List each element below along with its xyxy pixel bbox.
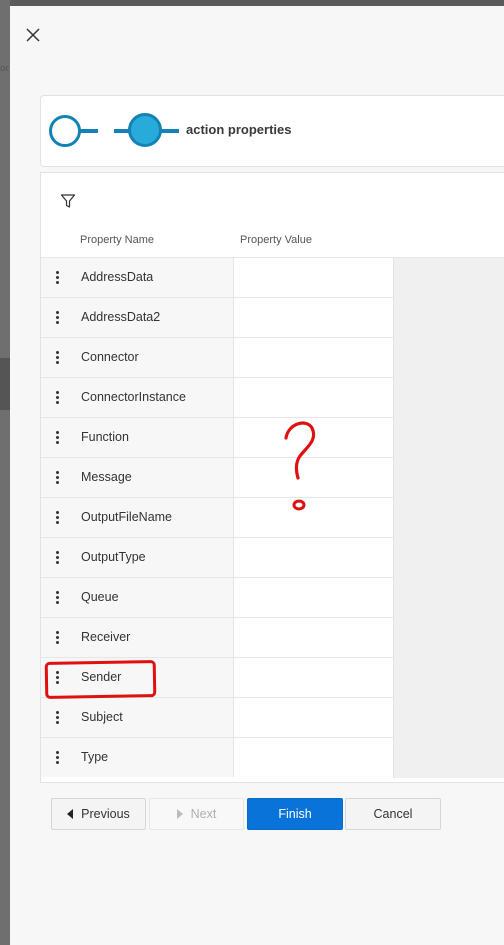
property-value-cell[interactable] [233, 618, 393, 657]
property-name-cell: AddressData2 [41, 298, 233, 337]
close-icon [26, 28, 40, 42]
table-row: AddressData2 [41, 298, 393, 338]
step-connector [80, 129, 98, 133]
more-vertical-icon[interactable] [51, 709, 63, 727]
property-name: Subject [81, 710, 123, 724]
property-name-cell: OutputType [41, 538, 233, 577]
table-row: Type [41, 738, 393, 778]
close-button[interactable] [24, 26, 42, 44]
property-value-cell[interactable] [233, 578, 393, 617]
wizard-stepper: action properties [40, 95, 504, 167]
property-value-cell[interactable] [233, 258, 393, 297]
annotation-question-mark [284, 421, 316, 511]
chevron-right-icon [176, 809, 183, 819]
active-step-label: action properties [186, 122, 292, 137]
table-row: Subject [41, 698, 393, 738]
property-name: AddressData2 [81, 310, 161, 324]
more-vertical-icon[interactable] [51, 629, 63, 647]
table-row: Receiver [41, 618, 393, 658]
more-vertical-icon[interactable] [51, 429, 63, 447]
property-value-cell[interactable] [233, 738, 393, 777]
property-name: Receiver [81, 630, 131, 644]
more-vertical-icon[interactable] [51, 509, 63, 527]
cancel-button[interactable]: Cancel [345, 798, 441, 830]
table-row: AddressData [41, 258, 393, 298]
property-name-cell: OutputFileName [41, 498, 233, 537]
property-value-cell[interactable] [233, 658, 393, 697]
grid-empty-area [393, 258, 504, 778]
cancel-button-label: Cancel [373, 807, 413, 821]
property-name: AddressData [81, 270, 154, 284]
property-name: OutputFileName [81, 510, 173, 524]
more-vertical-icon[interactable] [51, 389, 63, 407]
property-value-cell[interactable] [233, 698, 393, 737]
step-2-circle-active[interactable] [128, 113, 162, 147]
more-vertical-icon[interactable] [51, 469, 63, 487]
chevron-left-icon [67, 809, 74, 819]
property-name: Queue [81, 590, 119, 604]
property-name: OutputType [81, 550, 146, 564]
step-1-circle[interactable] [49, 115, 81, 147]
property-name-cell: Subject [41, 698, 233, 737]
step-connector [159, 129, 179, 133]
property-name-cell: Message [41, 458, 233, 497]
property-name: ConnectorInstance [81, 390, 186, 404]
property-rows: AddressData AddressData2 Connector Connecto… [41, 258, 393, 778]
property-name-cell: ConnectorInstance [41, 378, 233, 417]
filter-icon[interactable] [60, 193, 76, 209]
next-button-label: Next [190, 807, 217, 821]
finish-button[interactable]: Finish [247, 798, 343, 830]
property-value-cell[interactable] [233, 298, 393, 337]
more-vertical-icon[interactable] [51, 749, 63, 767]
wizard-panel: action properties Property Name Property… [10, 6, 504, 945]
table-row: Message [41, 458, 393, 498]
table-row: Connector [41, 338, 393, 378]
table-row: Function [41, 418, 393, 458]
next-button[interactable]: Next [149, 798, 244, 830]
background-fragment-text: or [0, 64, 10, 74]
column-header-property-name[interactable]: Property Name [80, 234, 154, 246]
background-strip: or [0, 0, 10, 945]
property-name-cell: Type [41, 738, 233, 777]
previous-button[interactable]: Previous [51, 798, 146, 830]
finish-button-label: Finish [278, 807, 312, 821]
property-name-cell: Connector [41, 338, 233, 377]
property-name-cell: Receiver [41, 618, 233, 657]
property-name-cell: AddressData [41, 258, 233, 297]
more-vertical-icon[interactable] [51, 309, 63, 327]
column-header-property-value[interactable]: Property Value [240, 234, 312, 246]
table-row: Queue [41, 578, 393, 618]
more-vertical-icon[interactable] [51, 349, 63, 367]
more-vertical-icon[interactable] [51, 549, 63, 567]
property-name: Message [81, 470, 132, 484]
annotation-highlight-box [44, 660, 157, 699]
property-value-cell[interactable] [233, 378, 393, 417]
property-name-cell: Queue [41, 578, 233, 617]
property-name: Function [81, 430, 129, 444]
more-vertical-icon[interactable] [51, 589, 63, 607]
property-name-cell: Function [41, 418, 233, 457]
previous-button-label: Previous [81, 807, 130, 821]
background-mark [0, 358, 10, 410]
property-value-cell[interactable] [233, 338, 393, 377]
more-vertical-icon[interactable] [51, 269, 63, 287]
table-row: OutputType [41, 538, 393, 578]
table-row: OutputFileName [41, 498, 393, 538]
property-name: Connector [81, 350, 139, 364]
table-row: ConnectorInstance [41, 378, 393, 418]
property-value-cell[interactable] [233, 538, 393, 577]
property-name: Type [81, 750, 109, 764]
